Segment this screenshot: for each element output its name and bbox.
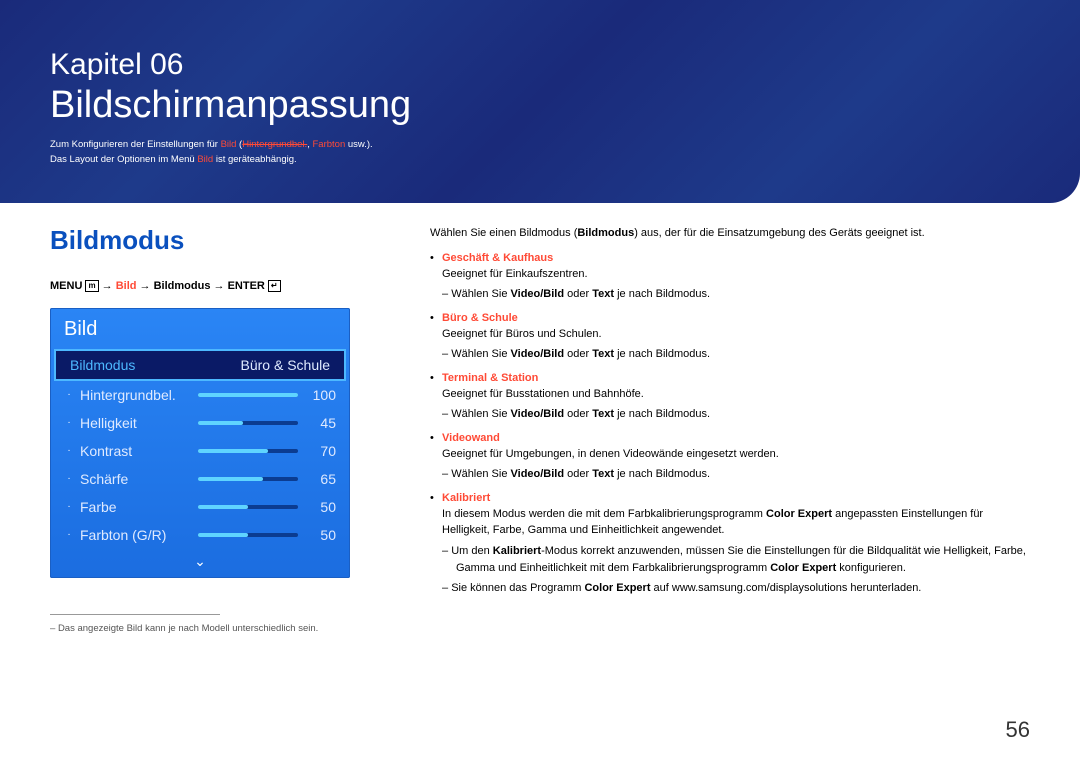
slider[interactable] bbox=[198, 533, 298, 537]
menu-path: MENU m → Bild → Bildmodus → ENTER ↵ bbox=[50, 280, 390, 292]
mode-item: •VideowandGeeignet für Umgebungen, in de… bbox=[430, 432, 1030, 484]
slider[interactable] bbox=[198, 393, 298, 397]
enter-icon: ↵ bbox=[268, 280, 281, 292]
chapter-title: Bildschirmanpassung bbox=[50, 84, 1030, 127]
mode-item: •KalibriertIn diesem Modus werden die mi… bbox=[430, 492, 1030, 598]
bullet-icon: · bbox=[64, 500, 74, 514]
intro-text: Wählen Sie einen Bildmodus (Bildmodus) a… bbox=[430, 225, 1030, 242]
osd-row-bildmodus[interactable]: Bildmodus Büro & Schule bbox=[54, 349, 346, 381]
osd-row-value: 100 bbox=[306, 387, 336, 403]
mode-sub-item: Wählen Sie Video/Bild oder Text je nach … bbox=[442, 286, 1030, 304]
menu-icon: m bbox=[85, 280, 98, 292]
osd-title: Bild bbox=[50, 308, 350, 349]
osd-row[interactable]: · Helligkeit 45 bbox=[50, 409, 350, 437]
osd-row-label: Hintergrundbel. bbox=[80, 387, 190, 403]
osd-row-value: 50 bbox=[306, 527, 336, 543]
section-heading: Bildmodus bbox=[50, 225, 390, 256]
osd-row-label: Kontrast bbox=[80, 443, 190, 459]
osd-row[interactable]: · Hintergrundbel. 100 bbox=[50, 381, 350, 409]
bullet-icon: · bbox=[64, 416, 74, 430]
mode-sub-item: Sie können das Programm Color Expert auf… bbox=[442, 580, 1030, 598]
bullet-icon: · bbox=[64, 388, 74, 402]
bullet-icon: · bbox=[64, 444, 74, 458]
mode-item: •Büro & SchuleGeeignet für Büros und Sch… bbox=[430, 312, 1030, 364]
page-number: 56 bbox=[1006, 717, 1030, 743]
osd-row-label: Farbton (G/R) bbox=[80, 527, 190, 543]
mode-sub-item: Wählen Sie Video/Bild oder Text je nach … bbox=[442, 466, 1030, 484]
left-column: Bildmodus MENU m → Bild → Bildmodus → EN… bbox=[50, 225, 390, 634]
chevron-down-icon[interactable]: ⌄ bbox=[50, 549, 350, 572]
bullet-icon: · bbox=[64, 528, 74, 542]
osd-row-value: 65 bbox=[306, 471, 336, 487]
footnote-separator bbox=[50, 614, 220, 615]
osd-row-value: 50 bbox=[306, 499, 336, 515]
osd-row[interactable]: · Schärfe 65 bbox=[50, 465, 350, 493]
osd-row-label: Helligkeit bbox=[80, 415, 190, 431]
footnote: ‒ Das angezeigte Bild kann je nach Model… bbox=[50, 623, 390, 634]
osd-row-value: 70 bbox=[306, 443, 336, 459]
mode-item: •Geschäft & KaufhausGeeignet für Einkauf… bbox=[430, 252, 1030, 304]
osd-row[interactable]: · Farbe 50 bbox=[50, 493, 350, 521]
osd-row-value: 45 bbox=[306, 415, 336, 431]
mode-sub-item: Wählen Sie Video/Bild oder Text je nach … bbox=[442, 346, 1030, 364]
right-column: Wählen Sie einen Bildmodus (Bildmodus) a… bbox=[430, 225, 1030, 634]
bullet-icon: · bbox=[64, 472, 74, 486]
slider[interactable] bbox=[198, 505, 298, 509]
osd-row-label: Schärfe bbox=[80, 471, 190, 487]
slider[interactable] bbox=[198, 421, 298, 425]
chapter-banner: Kapitel 06 Bildschirmanpassung Zum Konfi… bbox=[0, 0, 1080, 203]
osd-panel: Bild Bildmodus Büro & Schule · Hintergrun… bbox=[50, 308, 350, 578]
osd-row[interactable]: · Kontrast 70 bbox=[50, 437, 350, 465]
slider[interactable] bbox=[198, 449, 298, 453]
mode-sub-item: Wählen Sie Video/Bild oder Text je nach … bbox=[442, 406, 1030, 424]
mode-sub-item: Um den Kalibriert-Modus korrekt anzuwend… bbox=[442, 543, 1030, 578]
slider[interactable] bbox=[198, 477, 298, 481]
modes-list: •Geschäft & KaufhausGeeignet für Einkauf… bbox=[430, 252, 1030, 598]
osd-row-label: Farbe bbox=[80, 499, 190, 515]
mode-item: •Terminal & StationGeeignet für Busstati… bbox=[430, 372, 1030, 424]
osd-row[interactable]: · Farbton (G/R) 50 bbox=[50, 521, 350, 549]
chapter-description: Zum Konfigurieren der Einstellungen für … bbox=[50, 137, 1030, 167]
chapter-number: Kapitel 06 bbox=[50, 48, 1030, 82]
